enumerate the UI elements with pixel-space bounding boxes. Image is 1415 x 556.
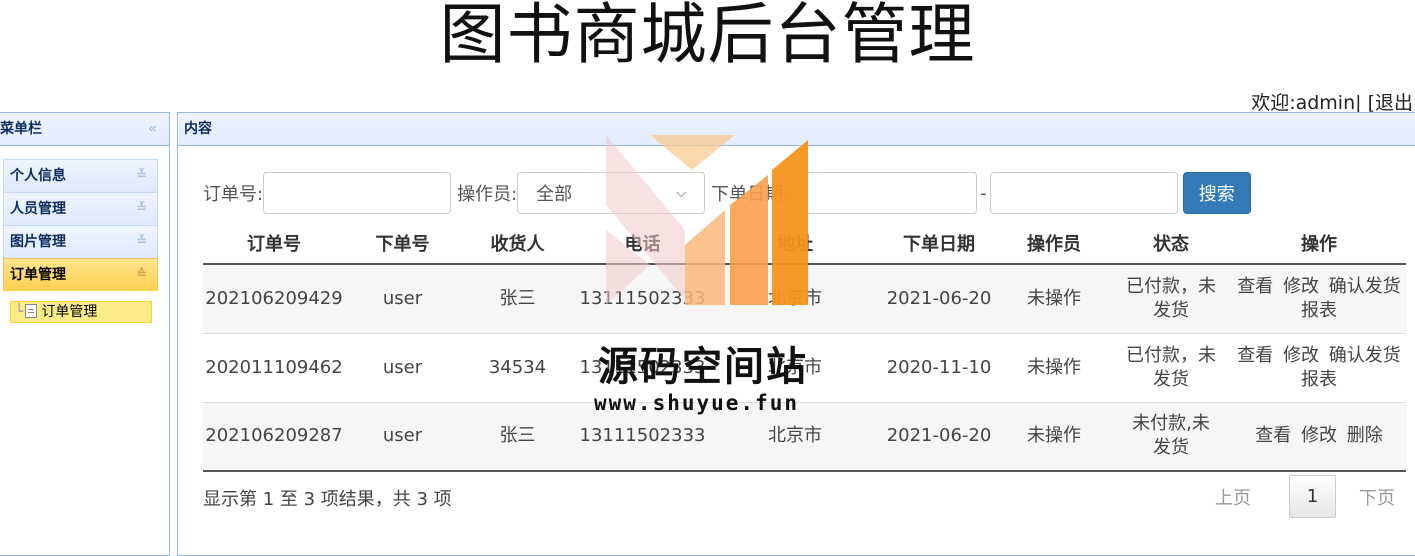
sidebar: 菜单栏 « 个人信息 ≚ 人员管理 ≚ 图片管理 ≚ 订单管理 ≙ └ 订单管理: [0, 112, 170, 556]
column-header: 订单号: [203, 222, 345, 265]
confirm-ship-link[interactable]: 确认发货: [1329, 345, 1401, 366]
chevron-down-icon: ≚: [136, 201, 147, 216]
sidebar-header: 菜单栏 «: [0, 113, 169, 146]
sidebar-item-label: 图片管理: [10, 234, 66, 250]
file-icon: [25, 304, 38, 318]
table-row: 202106209429 user 张三 13111502333 北京市 202…: [203, 263, 1406, 333]
cell-user: user: [345, 332, 460, 402]
date-separator: -: [980, 182, 987, 204]
tree-item-order-management[interactable]: └ 订单管理: [10, 301, 152, 323]
sidebar-title: 菜单栏: [0, 121, 42, 137]
username-link[interactable]: admin|: [1296, 92, 1362, 114]
edit-link[interactable]: 修改: [1301, 425, 1337, 446]
accordion: 个人信息 ≚ 人员管理 ≚ 图片管理 ≚ 订单管理 ≙: [3, 159, 158, 291]
view-link[interactable]: 查看: [1237, 276, 1273, 297]
cell-operator: 未操作: [998, 332, 1110, 402]
cell-date: 2021-06-20: [880, 401, 998, 472]
cell-phone: 13111502333: [575, 263, 710, 333]
column-header: 电话: [575, 222, 710, 265]
cell-operator: 未操作: [998, 401, 1110, 472]
sidebar-item-images[interactable]: 图片管理 ≚: [3, 225, 158, 258]
report-link[interactable]: 报表: [1301, 300, 1337, 321]
table-row: 202106209287 user 张三 13111502333 北京市 202…: [203, 401, 1406, 472]
tree-item-label: 订单管理: [41, 304, 98, 320]
cell-order-no: 202106209287: [203, 401, 345, 472]
cell-actions: 查看 修改 确认发货 报表: [1232, 263, 1406, 333]
edit-link[interactable]: 修改: [1283, 276, 1319, 297]
confirm-ship-link[interactable]: 确认发货: [1329, 276, 1401, 297]
cell-order-no: 202011109462: [203, 332, 345, 402]
cell-receiver: 34534: [460, 332, 575, 402]
column-header: 状态: [1110, 222, 1232, 265]
column-header: 操作: [1232, 222, 1406, 265]
view-link[interactable]: 查看: [1237, 345, 1273, 366]
cell-receiver: 张三: [460, 401, 575, 472]
cell-status: 已付款，未发货: [1110, 332, 1232, 402]
order-no-input[interactable]: [263, 172, 452, 214]
operator-label: 操作员:: [457, 184, 518, 205]
table-info: 显示第 1 至 3 项结果，共 3 项: [203, 489, 452, 510]
tree-line-icon: └: [15, 304, 24, 320]
cell-operator: 未操作: [998, 263, 1110, 333]
pagination: 上页 1 下页: [1215, 475, 1395, 518]
view-link[interactable]: 查看: [1255, 425, 1291, 446]
cell-user: user: [345, 401, 460, 472]
operator-select[interactable]: 全部 ⌵: [517, 172, 706, 214]
delete-link[interactable]: 删除: [1347, 425, 1383, 446]
cell-user: user: [345, 263, 460, 333]
sidebar-item-label: 订单管理: [10, 267, 66, 283]
sidebar-item-label: 人员管理: [10, 201, 66, 217]
next-page-button[interactable]: 下页: [1359, 484, 1395, 510]
column-header: 操作员: [998, 222, 1110, 265]
chevron-down-icon: ≚: [136, 168, 147, 183]
cell-date: 2021-06-20: [880, 263, 998, 333]
operator-selected: 全部: [536, 184, 573, 205]
sidebar-item-label: 个人信息: [10, 168, 66, 184]
watermark-url: www.shuyue.fun: [594, 391, 800, 415]
sidebar-item-personal-info[interactable]: 个人信息 ≚: [3, 159, 158, 192]
cell-actions: 查看 修改 删除: [1232, 401, 1406, 472]
prev-page-button[interactable]: 上页: [1215, 484, 1251, 510]
page-title: 图书商城后台管理: [439, 0, 976, 73]
user-bar: 欢迎:admin| [退出: [1251, 88, 1413, 115]
column-header: 下单日期: [880, 222, 998, 265]
content-header: 内容: [178, 113, 1415, 146]
date-from-input[interactable]: [789, 172, 978, 214]
chevron-up-icon: ≙: [136, 267, 147, 282]
cell-status: 已付款，未发货: [1110, 263, 1232, 333]
date-label: 下单日期:: [711, 184, 790, 205]
order-no-label: 订单号:: [203, 184, 264, 205]
chevron-down-icon: ⌵: [676, 185, 687, 201]
logout-link[interactable]: [退出: [1368, 92, 1413, 114]
column-header: 下单号: [345, 222, 460, 265]
collapse-left-icon[interactable]: «: [148, 113, 157, 145]
search-form: 订单号: 操作员: 全部 ⌵ 下单日期: - 搜索: [203, 172, 1251, 214]
page-number-button[interactable]: 1: [1289, 475, 1336, 518]
column-header: 地址: [710, 222, 880, 265]
cell-receiver: 张三: [460, 263, 575, 333]
cell-order-no: 202106209429: [203, 263, 345, 333]
sidebar-item-orders[interactable]: 订单管理 ≙: [3, 258, 158, 291]
cell-actions: 查看 修改 确认发货 报表: [1232, 332, 1406, 402]
sidebar-item-staff[interactable]: 人员管理 ≚: [3, 192, 158, 225]
welcome-text: 欢迎:: [1251, 92, 1296, 114]
content-title: 内容: [184, 121, 212, 137]
watermark-text: 源码空间站: [598, 344, 808, 390]
cell-date: 2020-11-10: [880, 332, 998, 402]
date-to-input[interactable]: [989, 172, 1178, 214]
cell-address: 北京市: [710, 263, 880, 333]
column-header: 收货人: [460, 222, 575, 265]
table-header-row: 订单号 下单号 收货人 电话 地址 下单日期 操作员 状态 操作: [203, 222, 1406, 265]
search-button[interactable]: 搜索: [1182, 172, 1251, 214]
report-link[interactable]: 报表: [1301, 369, 1337, 390]
chevron-down-icon: ≚: [136, 234, 147, 249]
cell-status: 未付款,未发货: [1110, 401, 1232, 472]
edit-link[interactable]: 修改: [1283, 345, 1319, 366]
